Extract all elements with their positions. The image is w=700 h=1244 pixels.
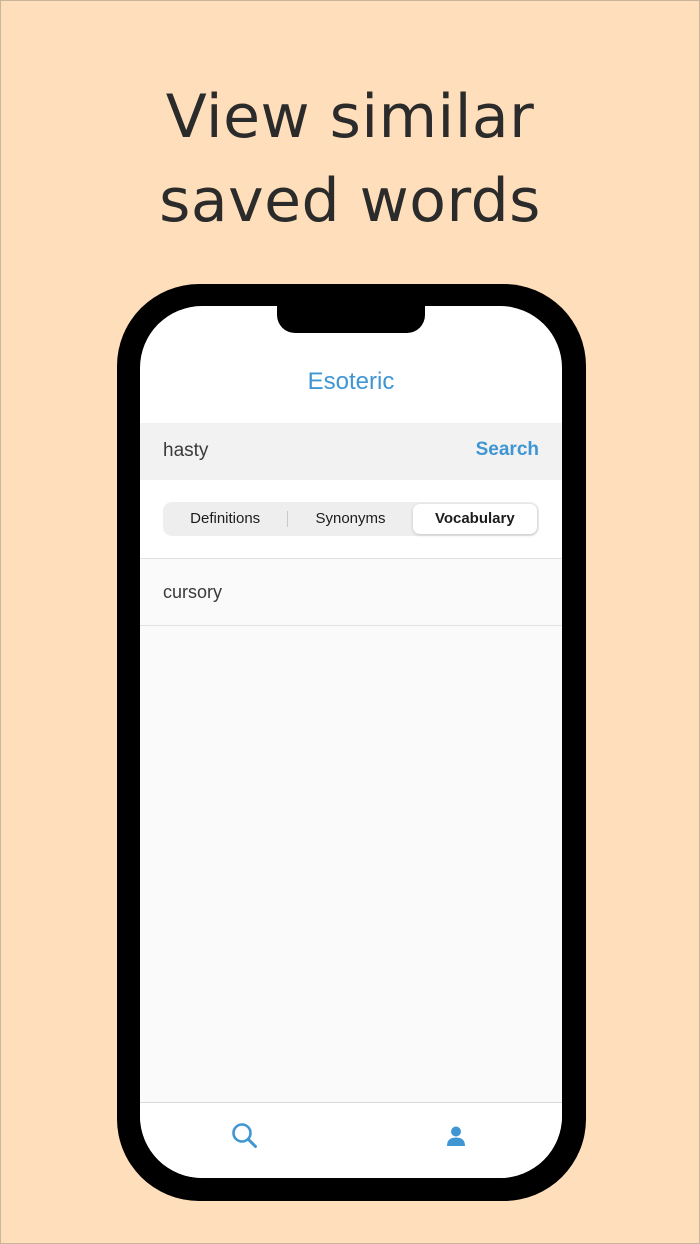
vocabulary-list: cursory <box>140 559 562 1102</box>
tab-search[interactable] <box>228 1119 262 1153</box>
segmented-control: Definitions Synonyms Vocabulary <box>163 502 539 536</box>
tab-vocabulary[interactable]: Vocabulary <box>412 504 537 534</box>
list-item[interactable]: cursory <box>140 559 562 626</box>
search-icon <box>232 1123 257 1148</box>
tab-bar <box>140 1102 562 1178</box>
headline-line-2: saved words <box>159 166 541 236</box>
marketing-headline: View similar saved words <box>1 75 699 243</box>
phone-notch <box>277 306 425 333</box>
search-input[interactable] <box>163 440 423 462</box>
tab-profile[interactable] <box>439 1119 473 1153</box>
phone-screen: Esoteric Search Definitions Synonyms Voc… <box>140 306 562 1178</box>
search-button[interactable]: Search <box>476 439 539 461</box>
search-bar: Search <box>140 423 562 480</box>
headline-line-1: View similar <box>165 82 535 152</box>
tab-synonyms[interactable]: Synonyms <box>288 504 412 534</box>
app-title: Esoteric <box>307 368 395 395</box>
profile-icon <box>447 1126 465 1146</box>
tab-definitions[interactable]: Definitions <box>163 504 287 534</box>
phone-frame: Esoteric Search Definitions Synonyms Voc… <box>117 284 586 1201</box>
